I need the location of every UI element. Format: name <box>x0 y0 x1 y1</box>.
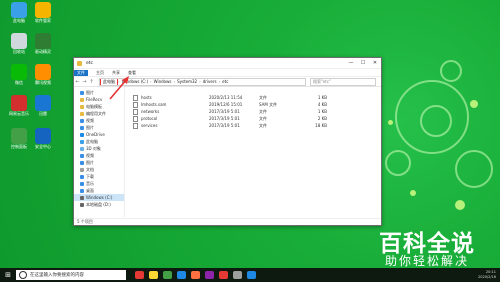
watermark-subtitle: 助你轻松解决 <box>385 254 470 268</box>
system-clock[interactable]: 20:11 2020/2/16 <box>478 270 500 280</box>
taskbar: ⊞ 在这里输入你要搜索的内容 20:11 2020/2/16 <box>0 268 500 282</box>
taskbar-apps <box>132 271 258 279</box>
taskbar-app-icon[interactable] <box>162 271 172 279</box>
taskbar-app-icon[interactable] <box>190 271 200 279</box>
taskbar-app-icon[interactable] <box>246 271 256 279</box>
taskbar-app-icon[interactable] <box>134 271 144 279</box>
windows-start-icon[interactable]: ⊞ <box>0 271 16 279</box>
taskbar-app-icon[interactable] <box>218 271 228 279</box>
search-icon <box>19 271 27 279</box>
taskbar-app-icon[interactable] <box>204 271 214 279</box>
watermark-logo: 百科全说 助你轻松解决 <box>373 224 488 270</box>
taskbar-app-icon[interactable] <box>148 271 158 279</box>
taskbar-app-icon[interactable] <box>176 271 186 279</box>
taskbar-app-icon[interactable] <box>232 271 242 279</box>
taskbar-search-input[interactable]: 在这里输入你要搜索的内容 <box>16 270 126 280</box>
